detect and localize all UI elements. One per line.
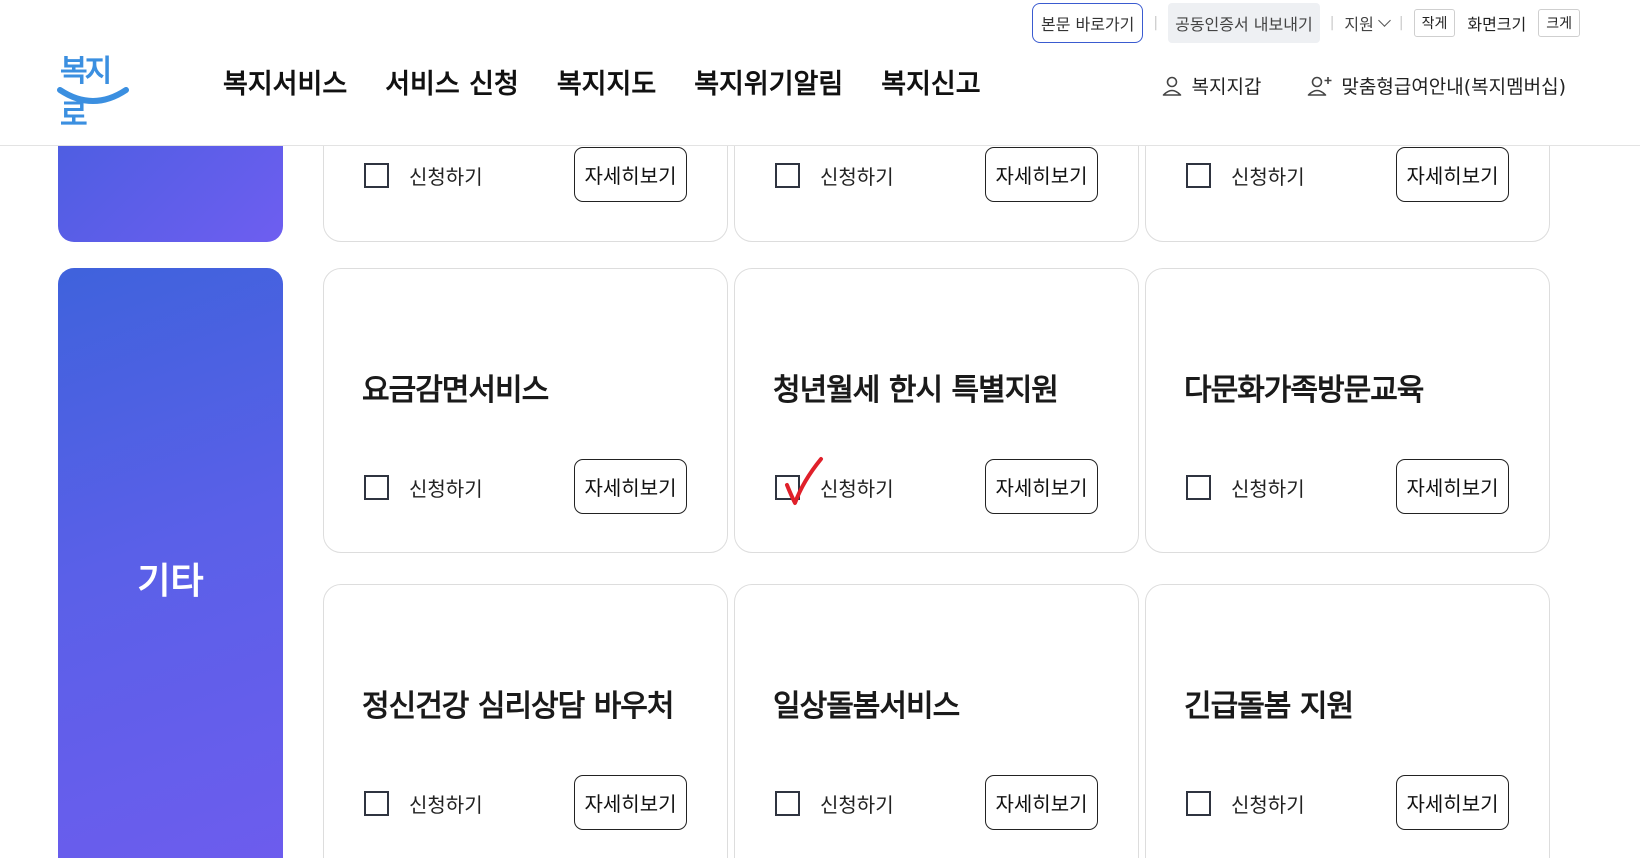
detail-button[interactable]: 자세히보기 [985, 147, 1098, 202]
nav-welfare-map[interactable]: 복지지도 [557, 62, 656, 101]
category-panel-other: 기타 [58, 268, 283, 858]
apply-checkbox[interactable] [364, 791, 389, 816]
apply-checkbox[interactable] [775, 163, 800, 188]
card-title: 긴급돌봄 지원 [1184, 689, 1354, 724]
wallet-label: 복지지갑 [1191, 76, 1262, 98]
card-title: 요금감면서비스 [362, 373, 549, 408]
nav-crisis-alert[interactable]: 복지위기알림 [694, 62, 843, 101]
service-card: 일상돌봄서비스 신청하기 자세히보기 [734, 584, 1139, 858]
nav-welfare-report[interactable]: 복지신고 [881, 62, 980, 101]
apply-label: 신청하기 [1231, 165, 1305, 189]
user-add-icon [1308, 76, 1332, 96]
screen-size-label: 화면크기 [1467, 15, 1527, 34]
apply-checkbox[interactable] [364, 163, 389, 188]
support-label: 지원 [1344, 15, 1374, 34]
card-title: 정신건강 심리상담 바우처 [362, 689, 674, 724]
apply-checkbox-group[interactable]: 신청하기 [775, 161, 894, 190]
site-logo[interactable]: 복지로 [56, 46, 132, 133]
chevron-down-icon [1377, 14, 1391, 27]
card-title: 다문화가족방문교육 [1184, 373, 1424, 408]
apply-checkbox-group[interactable]: 신청하기 [775, 789, 894, 818]
user-icon [1163, 76, 1182, 96]
utility-bar: 본문 바로가기 | 공동인증서 내보내기 | 지원 | 작게 화면크기 크게 [1031, 3, 1580, 43]
service-card: 긴급돌봄 지원 신청하기 자세히보기 [1145, 584, 1550, 858]
apply-checkbox-group[interactable]: 신청하기 [1186, 161, 1305, 190]
detail-button[interactable]: 자세히보기 [574, 775, 687, 830]
font-smaller-button[interactable]: 작게 [1413, 9, 1456, 37]
apply-checkbox[interactable] [1186, 475, 1211, 500]
membership-label: 맞춤형급여안내(복지멤버십) [1341, 76, 1566, 98]
apply-checkbox-group[interactable]: 신청하기 [364, 789, 483, 818]
detail-button[interactable]: 자세히보기 [574, 147, 687, 202]
user-links: 복지지갑 맞춤형급여안내(복지멤버십) [1161, 72, 1566, 99]
apply-checkbox-checked[interactable] [775, 457, 823, 505]
skip-to-content-link[interactable]: 본문 바로가기 [1031, 3, 1144, 43]
divider: | [1329, 15, 1335, 31]
detail-button[interactable]: 자세히보기 [1396, 147, 1509, 202]
card-title: 청년월세 한시 특별지원 [773, 373, 1059, 408]
apply-label: 신청하기 [1231, 793, 1305, 817]
detail-button[interactable]: 자세히보기 [985, 459, 1098, 514]
nav-welfare-services[interactable]: 복지서비스 [223, 62, 347, 101]
logo-smile-icon [57, 87, 129, 104]
apply-label: 신청하기 [820, 477, 894, 501]
apply-checkbox[interactable] [364, 475, 389, 500]
support-dropdown[interactable]: 지원 [1344, 11, 1391, 35]
category-label: 기타 [137, 561, 204, 602]
card-title: 일상돌봄서비스 [773, 689, 960, 724]
main-nav: 복지서비스 서비스 신청 복지지도 복지위기알림 복지신고 [223, 62, 981, 101]
service-card: 요금감면서비스 신청하기 자세히보기 [323, 268, 728, 553]
apply-label: 신청하기 [409, 165, 483, 189]
certificate-export-link[interactable]: 공동인증서 내보내기 [1168, 3, 1320, 43]
detail-button[interactable]: 자세히보기 [985, 775, 1098, 830]
apply-checkbox-group[interactable]: 신청하기 [1186, 473, 1305, 502]
apply-checkbox-group[interactable]: 신청하기 [1186, 789, 1305, 818]
membership-link[interactable]: 맞춤형급여안내(복지멤버십) [1307, 72, 1566, 99]
site-header: 본문 바로가기 | 공동인증서 내보내기 | 지원 | 작게 화면크기 크게 복… [0, 0, 1640, 146]
apply-checkbox-group[interactable]: 신청하기 [364, 161, 483, 190]
divider: | [1153, 15, 1159, 31]
apply-label: 신청하기 [820, 793, 894, 817]
apply-label: 신청하기 [409, 477, 483, 501]
font-larger-button[interactable]: 크게 [1538, 9, 1580, 37]
detail-button[interactable]: 자세히보기 [1396, 459, 1509, 514]
detail-button[interactable]: 자세히보기 [1396, 775, 1509, 830]
apply-label: 신청하기 [820, 165, 894, 189]
divider: | [1398, 15, 1404, 31]
apply-checkbox[interactable] [1186, 163, 1211, 188]
wallet-link[interactable]: 복지지갑 [1161, 72, 1261, 99]
nav-service-apply[interactable]: 서비스 신청 [385, 62, 519, 101]
apply-checkbox-group[interactable]: 신청하기 [364, 473, 483, 502]
apply-checkbox-group[interactable]: 신청하기 [775, 457, 894, 505]
apply-label: 신청하기 [1231, 477, 1305, 501]
apply-label: 신청하기 [409, 793, 483, 817]
apply-checkbox[interactable] [775, 791, 800, 816]
service-card: 정신건강 심리상담 바우처 신청하기 자세히보기 [323, 584, 728, 858]
detail-button[interactable]: 자세히보기 [574, 459, 687, 514]
apply-checkbox[interactable] [1186, 791, 1211, 816]
service-card: 다문화가족방문교육 신청하기 자세히보기 [1145, 268, 1550, 553]
checkmark-icon [785, 457, 823, 505]
service-card: 청년월세 한시 특별지원 신청하기 자세히보기 [734, 268, 1139, 553]
